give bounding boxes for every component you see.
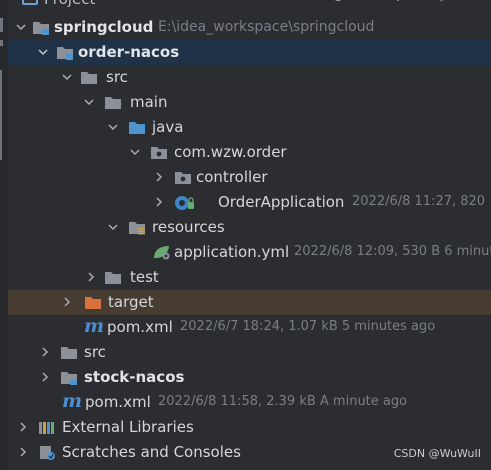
tree-label-test: test <box>130 268 159 286</box>
tree-label-scratches: Scratches and Consoles <box>62 443 241 461</box>
tree-row-target[interactable]: target <box>8 290 491 315</box>
module-folder-icon <box>33 22 49 35</box>
chevron-right-icon[interactable] <box>18 422 28 432</box>
folder-icon <box>105 272 121 284</box>
tree-row-order-application[interactable]: OrderApplication 2022/6/8 11:27, 820 <box>8 190 491 215</box>
maven-icon: m <box>62 390 83 412</box>
tree-label-order-application: OrderApplication <box>218 193 345 211</box>
tree-label-pom-order: pom.xml <box>107 318 173 336</box>
folder-icon <box>81 72 97 84</box>
project-view-icon <box>22 0 38 5</box>
module-folder-icon <box>61 372 77 385</box>
strip-mark <box>0 18 3 32</box>
tree-row-application-yml[interactable]: application.yml 2022/6/8 12:09, 530 B 6 … <box>8 240 491 265</box>
tree-label-order-nacos: order-nacos <box>78 43 180 61</box>
tree-row-main[interactable]: main <box>8 90 491 115</box>
tree-label-pom-root: pom.xml <box>85 393 151 411</box>
chevron-right-icon[interactable] <box>18 447 28 457</box>
project-header: Project ⊕ ≡ ⇕ ⚙ <box>8 0 491 12</box>
chevron-right-icon[interactable] <box>154 172 164 182</box>
project-view-title[interactable]: Project <box>44 0 95 8</box>
tree-row-order-nacos[interactable]: order-nacos <box>8 40 491 65</box>
package-icon <box>151 147 167 159</box>
tree-row-test[interactable]: test <box>8 265 491 290</box>
tree-row-controller[interactable]: controller <box>8 165 491 190</box>
chevron-right-icon[interactable] <box>62 297 72 307</box>
tree-meta-pom-order: 2022/6/7 18:24, 1.07 kB 5 minutes ago <box>180 319 436 334</box>
tree-label-controller: controller <box>196 168 268 186</box>
tree-label-src-root: src <box>84 343 106 361</box>
tree-row-java[interactable]: java <box>8 115 491 140</box>
watermark: CSDN @WuWuII <box>393 447 481 460</box>
tree-meta-application-yml: 2022/6/8 12:09, 530 B 6 minut <box>294 244 491 259</box>
tree-label-target: target <box>108 293 154 311</box>
chevron-right-icon[interactable] <box>40 372 50 382</box>
folder-icon <box>61 347 77 359</box>
tree-row-springcloud[interactable]: springcloud E:\idea_workspace\springclou… <box>8 15 491 40</box>
tool-window-strip <box>0 0 8 470</box>
chevron-down-icon[interactable] <box>16 22 26 32</box>
chevron-right-icon[interactable] <box>40 347 50 357</box>
tree-label-package: com.wzw.order <box>174 143 287 161</box>
tree-label-src: src <box>106 68 128 86</box>
tree-label-stock-nacos: stock-nacos <box>84 368 185 386</box>
chevron-down-icon[interactable] <box>108 222 118 232</box>
tree-row-pom-root[interactable]: m pom.xml 2022/6/8 11:58, 2.39 kB A minu… <box>8 390 491 415</box>
folder-icon <box>105 97 121 109</box>
tree-label-springcloud: springcloud <box>54 18 154 36</box>
chevron-right-icon[interactable] <box>86 272 96 282</box>
source-folder-icon <box>129 122 145 134</box>
locate-icon[interactable]: ⊕ <box>330 0 346 4</box>
scratches-icon <box>40 446 55 460</box>
tree-label-main: main <box>130 93 168 111</box>
chevron-right-icon[interactable] <box>154 197 164 207</box>
tree-meta-pom-root: 2022/6/8 11:58, 2.39 kB A minute ago <box>158 394 408 409</box>
tree-row-pom-order[interactable]: m pom.xml 2022/6/7 18:24, 1.07 kB 5 minu… <box>8 315 491 340</box>
tree-path-springcloud: E:\idea_workspace\springcloud <box>158 19 375 35</box>
gear-icon[interactable]: ⚙ <box>433 0 449 4</box>
tree-row-resources[interactable]: resources <box>8 215 491 240</box>
maven-icon: m <box>84 315 105 337</box>
strip-label-vertical <box>0 70 2 160</box>
spring-config-file-icon <box>154 246 170 260</box>
chevron-down-icon[interactable] <box>84 97 94 107</box>
chevron-down-icon[interactable] <box>108 122 118 132</box>
tree-row-src[interactable]: src <box>8 65 491 90</box>
chevron-down-icon[interactable] <box>130 147 140 157</box>
package-icon <box>175 172 191 184</box>
spring-boot-class-icon <box>175 196 194 210</box>
tree-label-external-libraries: External Libraries <box>62 418 194 436</box>
strip-mark <box>0 40 3 46</box>
tree-row-external-libraries[interactable]: External Libraries <box>8 415 491 440</box>
tree-label-java: java <box>152 118 184 136</box>
module-folder-icon <box>57 47 73 60</box>
expand-all-icon[interactable]: ⇕ <box>390 0 406 4</box>
tree-label-resources: resources <box>152 218 225 236</box>
tree-meta-order-application: 2022/6/8 11:27, 820 <box>352 194 486 209</box>
resources-folder-icon <box>129 222 145 235</box>
excluded-folder-icon <box>85 297 101 309</box>
tree-row-package[interactable]: com.wzw.order <box>8 140 491 165</box>
chevron-down-icon[interactable] <box>62 72 72 82</box>
collapse-all-icon[interactable]: ≡ <box>360 0 376 4</box>
tree-row-src-root[interactable]: src <box>8 340 491 365</box>
tree-row-stock-nacos[interactable]: stock-nacos <box>8 365 491 390</box>
chevron-down-icon[interactable] <box>38 47 48 57</box>
tree-label-application-yml: application.yml <box>174 243 290 261</box>
library-icon <box>39 422 54 434</box>
